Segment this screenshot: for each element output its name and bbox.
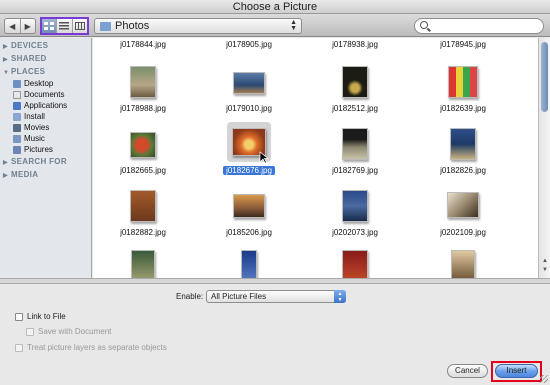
mouse-pointer-icon bbox=[259, 151, 269, 164]
music-folder-icon bbox=[13, 134, 21, 143]
file-name: j0178844.jpg bbox=[120, 40, 166, 49]
back-arrow-icon[interactable]: ◀ bbox=[5, 19, 20, 33]
sidebar-item-applications[interactable]: Applications bbox=[0, 100, 91, 111]
file-name-selected: j0182676.jpg bbox=[199, 166, 299, 175]
file-name: j0182882.jpg bbox=[120, 228, 166, 237]
vertical-scrollbar[interactable]: ▲ ▼ bbox=[538, 38, 550, 278]
view-mode-selector bbox=[40, 17, 89, 35]
folder-path-label: Photos bbox=[115, 20, 150, 32]
back-forward-buttons: ◀ ▶ bbox=[4, 18, 36, 34]
scroll-up-arrow-icon[interactable]: ▲ bbox=[541, 258, 549, 266]
sidebar-item-music[interactable]: Music bbox=[0, 133, 91, 144]
sidebar-item-pictures[interactable]: Pictures bbox=[0, 144, 91, 155]
pictures-folder-icon bbox=[13, 145, 21, 154]
file-name: j0178988.jpg bbox=[120, 104, 166, 113]
file-name: j0182639.jpg bbox=[440, 104, 486, 113]
window-title: Choose a Picture bbox=[0, 0, 550, 14]
image-thumbnail bbox=[342, 250, 368, 278]
image-thumbnail bbox=[342, 190, 368, 222]
image-thumbnail bbox=[130, 190, 156, 222]
scroll-down-arrow-icon[interactable]: ▼ bbox=[541, 267, 549, 275]
sidebar-section-media[interactable]: ▶ MEDIA bbox=[0, 168, 91, 181]
cancel-button[interactable]: Cancel bbox=[447, 364, 488, 378]
sidebar-item-desktop[interactable]: Desktop bbox=[0, 78, 91, 89]
sidebar-item-install[interactable]: Install bbox=[0, 111, 91, 122]
icon-view-icon bbox=[44, 22, 55, 30]
applications-folder-icon bbox=[13, 101, 21, 110]
popup-arrows-icon: ▲ ▼ bbox=[334, 290, 346, 303]
image-thumbnail bbox=[130, 132, 156, 158]
column-view-button[interactable] bbox=[71, 19, 87, 33]
column-view-icon bbox=[74, 22, 85, 30]
file-name: j0179010.jpg bbox=[226, 104, 272, 113]
treat-layers-checkbox[interactable]: Treat picture layers as separate objects bbox=[15, 343, 167, 352]
image-thumbnail bbox=[130, 66, 156, 98]
file-name: j0202073.jpg bbox=[332, 228, 378, 237]
checkbox-box[interactable] bbox=[26, 327, 34, 336]
search-icon bbox=[420, 21, 428, 29]
scrollbar-thumb[interactable] bbox=[541, 42, 548, 112]
movies-folder-icon bbox=[13, 123, 21, 132]
checkbox-box[interactable] bbox=[15, 312, 23, 321]
file-name: j0182665.jpg bbox=[120, 166, 166, 175]
folder-icon bbox=[100, 21, 111, 31]
forward-arrow-icon[interactable]: ▶ bbox=[19, 19, 36, 33]
image-thumbnail bbox=[233, 72, 265, 94]
file-name: j0178945.jpg bbox=[440, 40, 486, 49]
resize-grip-icon[interactable] bbox=[540, 375, 548, 383]
image-thumbnail bbox=[241, 250, 257, 278]
file-name: j0178905.jpg bbox=[226, 40, 272, 49]
file-name: j0178938.jpg bbox=[332, 40, 378, 49]
enable-file-type-select[interactable]: All Picture Files ▲ ▼ bbox=[206, 290, 346, 303]
sidebar-item-documents[interactable]: Documents bbox=[0, 89, 91, 100]
disclosure-triangle-icon: ▼ bbox=[3, 70, 10, 76]
list-view-button[interactable] bbox=[56, 19, 71, 33]
image-thumbnail bbox=[450, 128, 476, 160]
sidebar-item-movies[interactable]: Movies bbox=[0, 122, 91, 133]
sidebar-section-places[interactable]: ▼ PLACES bbox=[0, 65, 91, 78]
desktop-icon bbox=[13, 79, 21, 88]
save-with-document-checkbox[interactable]: Save with Document bbox=[26, 327, 111, 336]
documents-folder-icon bbox=[13, 90, 21, 99]
image-thumbnail bbox=[448, 66, 478, 98]
insert-button[interactable]: Insert bbox=[495, 364, 538, 378]
image-thumbnail bbox=[342, 66, 368, 98]
file-name: j0185206.jpg bbox=[226, 228, 272, 237]
search-input[interactable] bbox=[414, 18, 544, 34]
image-thumbnail bbox=[131, 250, 155, 278]
disclosure-triangle-icon: ▶ bbox=[3, 173, 8, 179]
link-to-file-checkbox[interactable]: Link to File bbox=[15, 312, 66, 321]
list-view-icon bbox=[59, 22, 70, 30]
file-name: j0182769.jpg bbox=[332, 166, 378, 175]
popup-arrows-icon: ▲ ▼ bbox=[290, 19, 297, 32]
file-grid: j0178844.jpg j0178905.jpg j0178938.jpg j… bbox=[93, 38, 538, 278]
folder-path-popup[interactable]: Photos ▲ ▼ bbox=[94, 18, 302, 34]
sidebar-section-shared[interactable]: ▶ SHARED bbox=[0, 52, 91, 65]
image-thumbnail bbox=[447, 192, 479, 218]
sidebar-section-devices[interactable]: ▶ DEVICES bbox=[0, 39, 91, 52]
checkbox-box[interactable] bbox=[15, 343, 23, 352]
image-thumbnail bbox=[233, 194, 265, 218]
file-name: j0182512.jpg bbox=[332, 104, 378, 113]
image-thumbnail bbox=[451, 250, 475, 278]
file-name: j0202109.jpg bbox=[440, 228, 486, 237]
options-panel: Enable: All Picture Files ▲ ▼ Link to Fil… bbox=[0, 284, 550, 385]
image-thumbnail bbox=[342, 128, 368, 160]
file-name: j0182826.jpg bbox=[440, 166, 486, 175]
sidebar-section-search-for[interactable]: ▶ SEARCH FOR bbox=[0, 155, 91, 168]
icon-view-button[interactable] bbox=[42, 19, 57, 33]
install-folder-icon bbox=[13, 112, 21, 121]
enable-label: Enable: bbox=[176, 292, 204, 301]
sidebar: ▶ DEVICES ▶ SHARED ▼ PLACES Desktop Documen… bbox=[0, 38, 92, 278]
toolbar: ◀ ▶ Photos ▲ ▼ bbox=[0, 14, 550, 37]
